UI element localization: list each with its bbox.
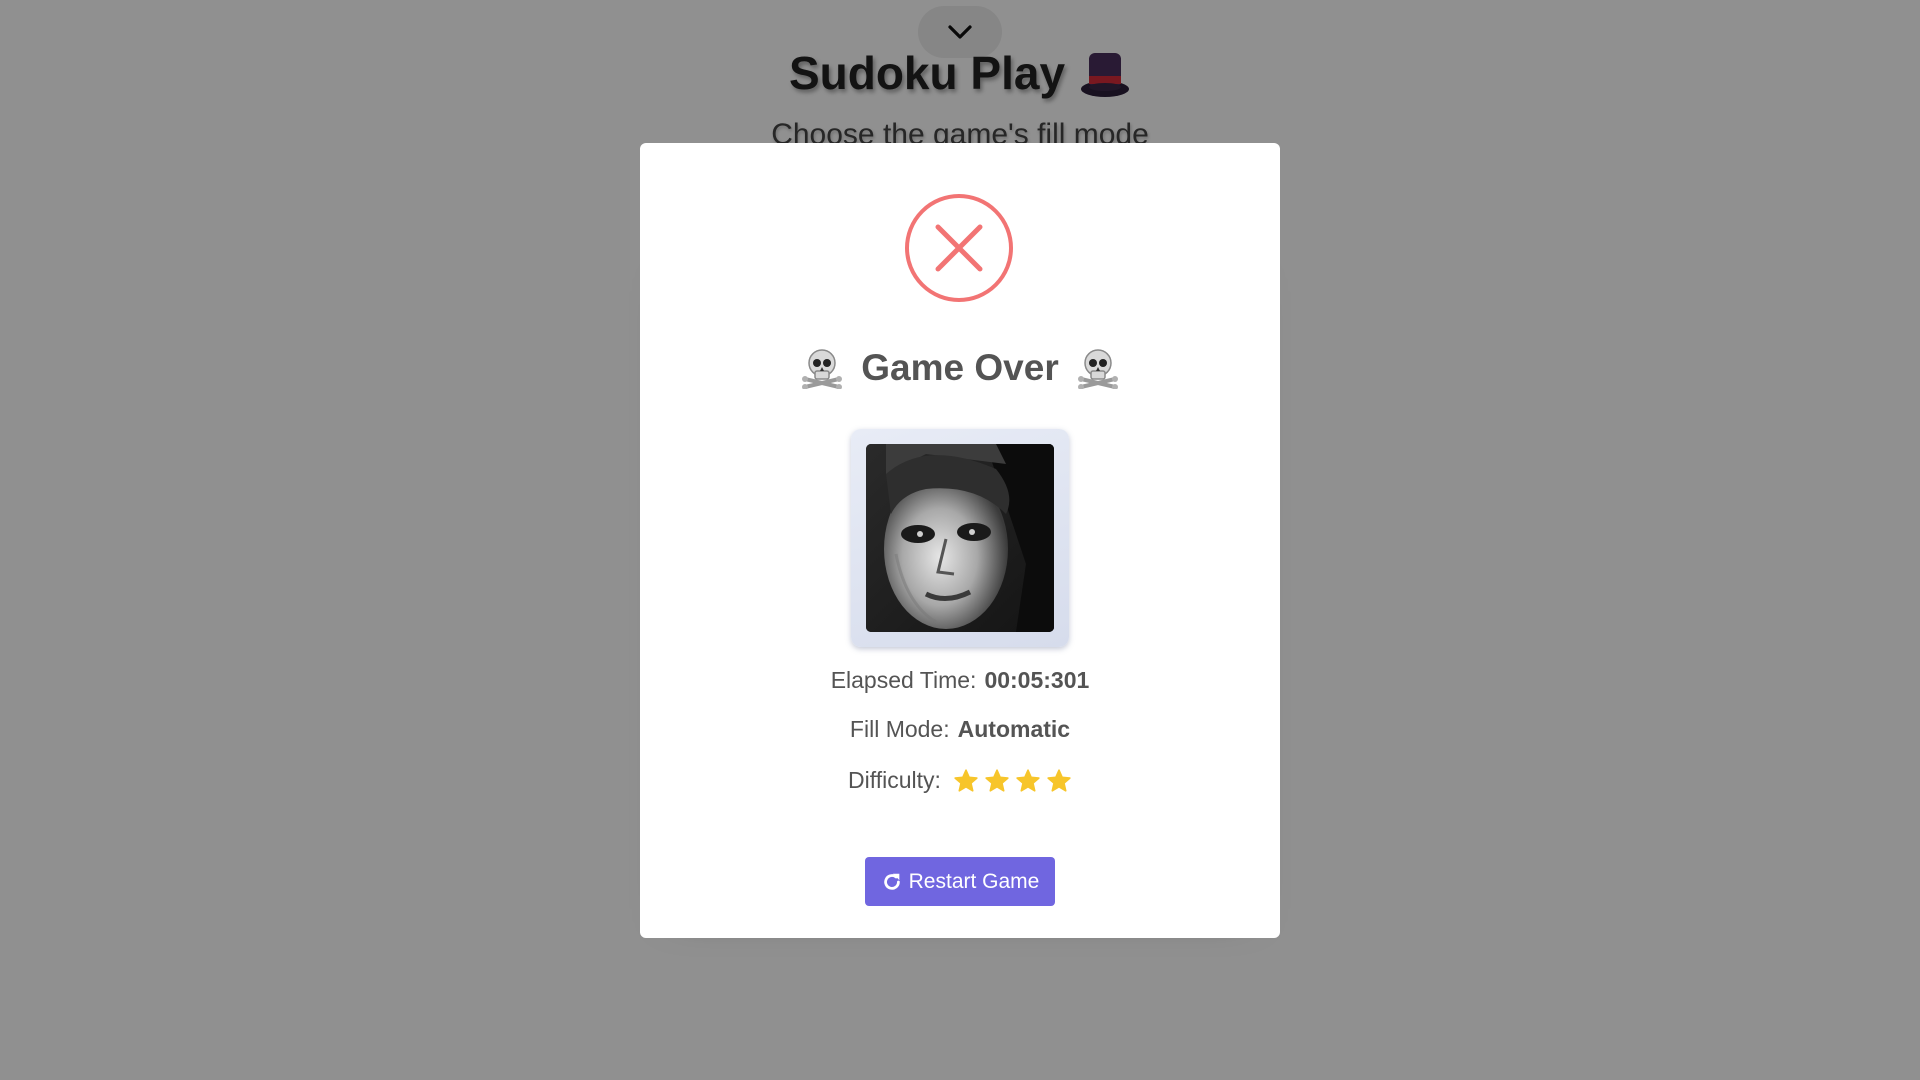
difficulty-stars [953,768,1072,794]
game-over-dialog: Game Over Elapsed Time: 00:05:301 Fill M… [640,143,1280,938]
star-icon [1047,768,1071,792]
restart-game-button[interactable]: Restart Game [865,857,1055,906]
restart-game-label: Restart Game [908,869,1040,893]
error-x-icon [905,194,1013,302]
game-over-portrait [866,444,1054,632]
difficulty-row: Difficulty: [640,767,1280,794]
elapsed-time-label: Elapsed Time: [830,667,977,693]
elapsed-time-value: 00:05:301 [984,667,1090,693]
fill-mode-row: Fill Mode: Automatic [640,716,1280,743]
fill-mode-label: Fill Mode: [849,716,950,742]
dialog-title-text: Game Over [861,347,1059,388]
redo-icon [883,873,900,890]
skull-crossbones-icon [1077,349,1118,389]
difficulty-label: Difficulty: [848,767,941,793]
star-icon [954,768,978,792]
game-over-image-frame [851,429,1069,647]
star-icon [1016,768,1040,792]
star-icon [985,768,1009,792]
dialog-title: Game Over [640,347,1280,389]
fill-mode-value: Automatic [957,716,1071,742]
elapsed-time-row: Elapsed Time: 00:05:301 [640,667,1280,694]
skull-crossbones-icon [802,349,843,389]
